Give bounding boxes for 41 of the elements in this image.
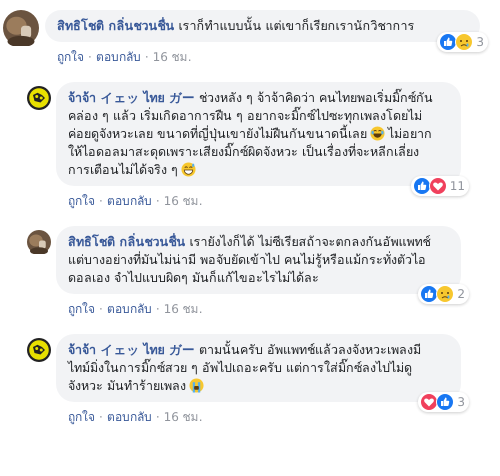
separator-dot: · <box>88 50 92 64</box>
action-link[interactable]: ถูกใจ <box>68 299 95 318</box>
author-link[interactable]: จ้าจ้า イェッ ไทย ガー <box>68 90 196 105</box>
avatar[interactable] <box>3 10 39 46</box>
reaction-count: 11 <box>450 179 465 193</box>
comment-text: จ้าจ้า イェッ ไทย ガー ตามนั้นครับ อัพแพทช์แล้วลงจังหวะเพลงมีไทม์มิ่งในการมิ๊กซ์สวย ๆ อัพไปเถอะครับ แต่การใส่มิ๊กซ์ลงไปไม่ดูจังหวะ มันทำร้ายเพลง <box>68 341 422 395</box>
separator-dot: · <box>156 302 160 316</box>
separator-dot: · <box>144 50 149 64</box>
avatar[interactable] <box>27 230 51 254</box>
author-link[interactable]: สิทธิโชติ กลิ่นชวนชื่น <box>57 18 174 33</box>
like-icon <box>436 393 454 411</box>
reaction-count: 2 <box>457 287 465 301</box>
separator-dot: · <box>99 410 103 424</box>
sad-face-icon <box>436 285 454 303</box>
separator-dot: · <box>99 302 103 316</box>
crying-emoji-icon <box>188 378 204 393</box>
author-link[interactable]: สิทธิโชติ กลิ่นชวนชื่น <box>68 234 186 249</box>
action-link[interactable]: ถูกใจ <box>57 47 84 66</box>
separator-dot: · <box>156 410 160 424</box>
comment-text: จ้าจ้า イェッ ไทย ガー ช่วงหลัง ๆ จ้าจ้าคิดว่า คนไทยพอเริ่มมิ๊กซ์กันคล่อง ๆ แล้ว เริ่มเกิดอาการฝืน ๆ อยากจะมิ๊กซ์ไปซะทุกเพลงโดยไม่ค่อยดูจังหวะเลย ขนาดที่ญี่ปุ่นเขายังไม่ฝืนกันขนาดนี้เลย ไม่อยากให้ไอดอลมาสะดุดเพราะเสียงมิ๊กซ์ผิดจังหวะ เป็นเรื่องที่จะหลีกเลี่ยงการเตือนไม่ได้จริง ๆ <box>68 89 434 179</box>
action-link[interactable]: ถูกใจ <box>68 407 95 426</box>
separator-dot: · <box>99 194 103 208</box>
comment-text: สิทธิโชติ กลิ่นชวนชื่น เราก็ทำแบบนั้น แต่เขาก็เรียกเรานักวิชาการ <box>57 17 416 35</box>
laughing-emoji-icon <box>370 126 385 141</box>
avatar[interactable] <box>27 86 51 110</box>
comment-text: สิทธิโชติ กลิ่นชวนชื่น เรายังไงก็ได้ ไม่ซีเรียสถ้าจะตกลงกันอัพแพทช์ แต่บางอย่างที่มันไม่น่ามี พอจับยัดเข้าไป คนไม่รู้หรือแม้กระทั่งตัวไอดอลเอง จำไปแบบผิดๆ มันก็แก้ไขอะไรไม่ได้ละ <box>68 233 432 287</box>
avatar[interactable] <box>27 338 51 362</box>
action-link[interactable]: ตอบกลับ <box>106 407 152 426</box>
separator-dot: · <box>156 194 160 208</box>
like-icon <box>439 33 458 51</box>
like-icon <box>420 285 438 303</box>
reaction-count: 3 <box>476 35 484 49</box>
author-link[interactable]: จ้าจ้า イェッ ไทย ガー <box>68 342 196 357</box>
sad-face-icon <box>455 33 474 51</box>
grinning-emoji-icon <box>180 162 196 177</box>
action-link[interactable]: ตอบกลับ <box>106 299 152 318</box>
action-link[interactable]: ตอบกลับ <box>106 191 152 210</box>
reaction-count: 3 <box>457 395 465 409</box>
action-link[interactable]: ถูกใจ <box>68 191 95 210</box>
action-link[interactable]: ตอบกลับ <box>96 47 141 66</box>
like-icon <box>412 177 431 195</box>
